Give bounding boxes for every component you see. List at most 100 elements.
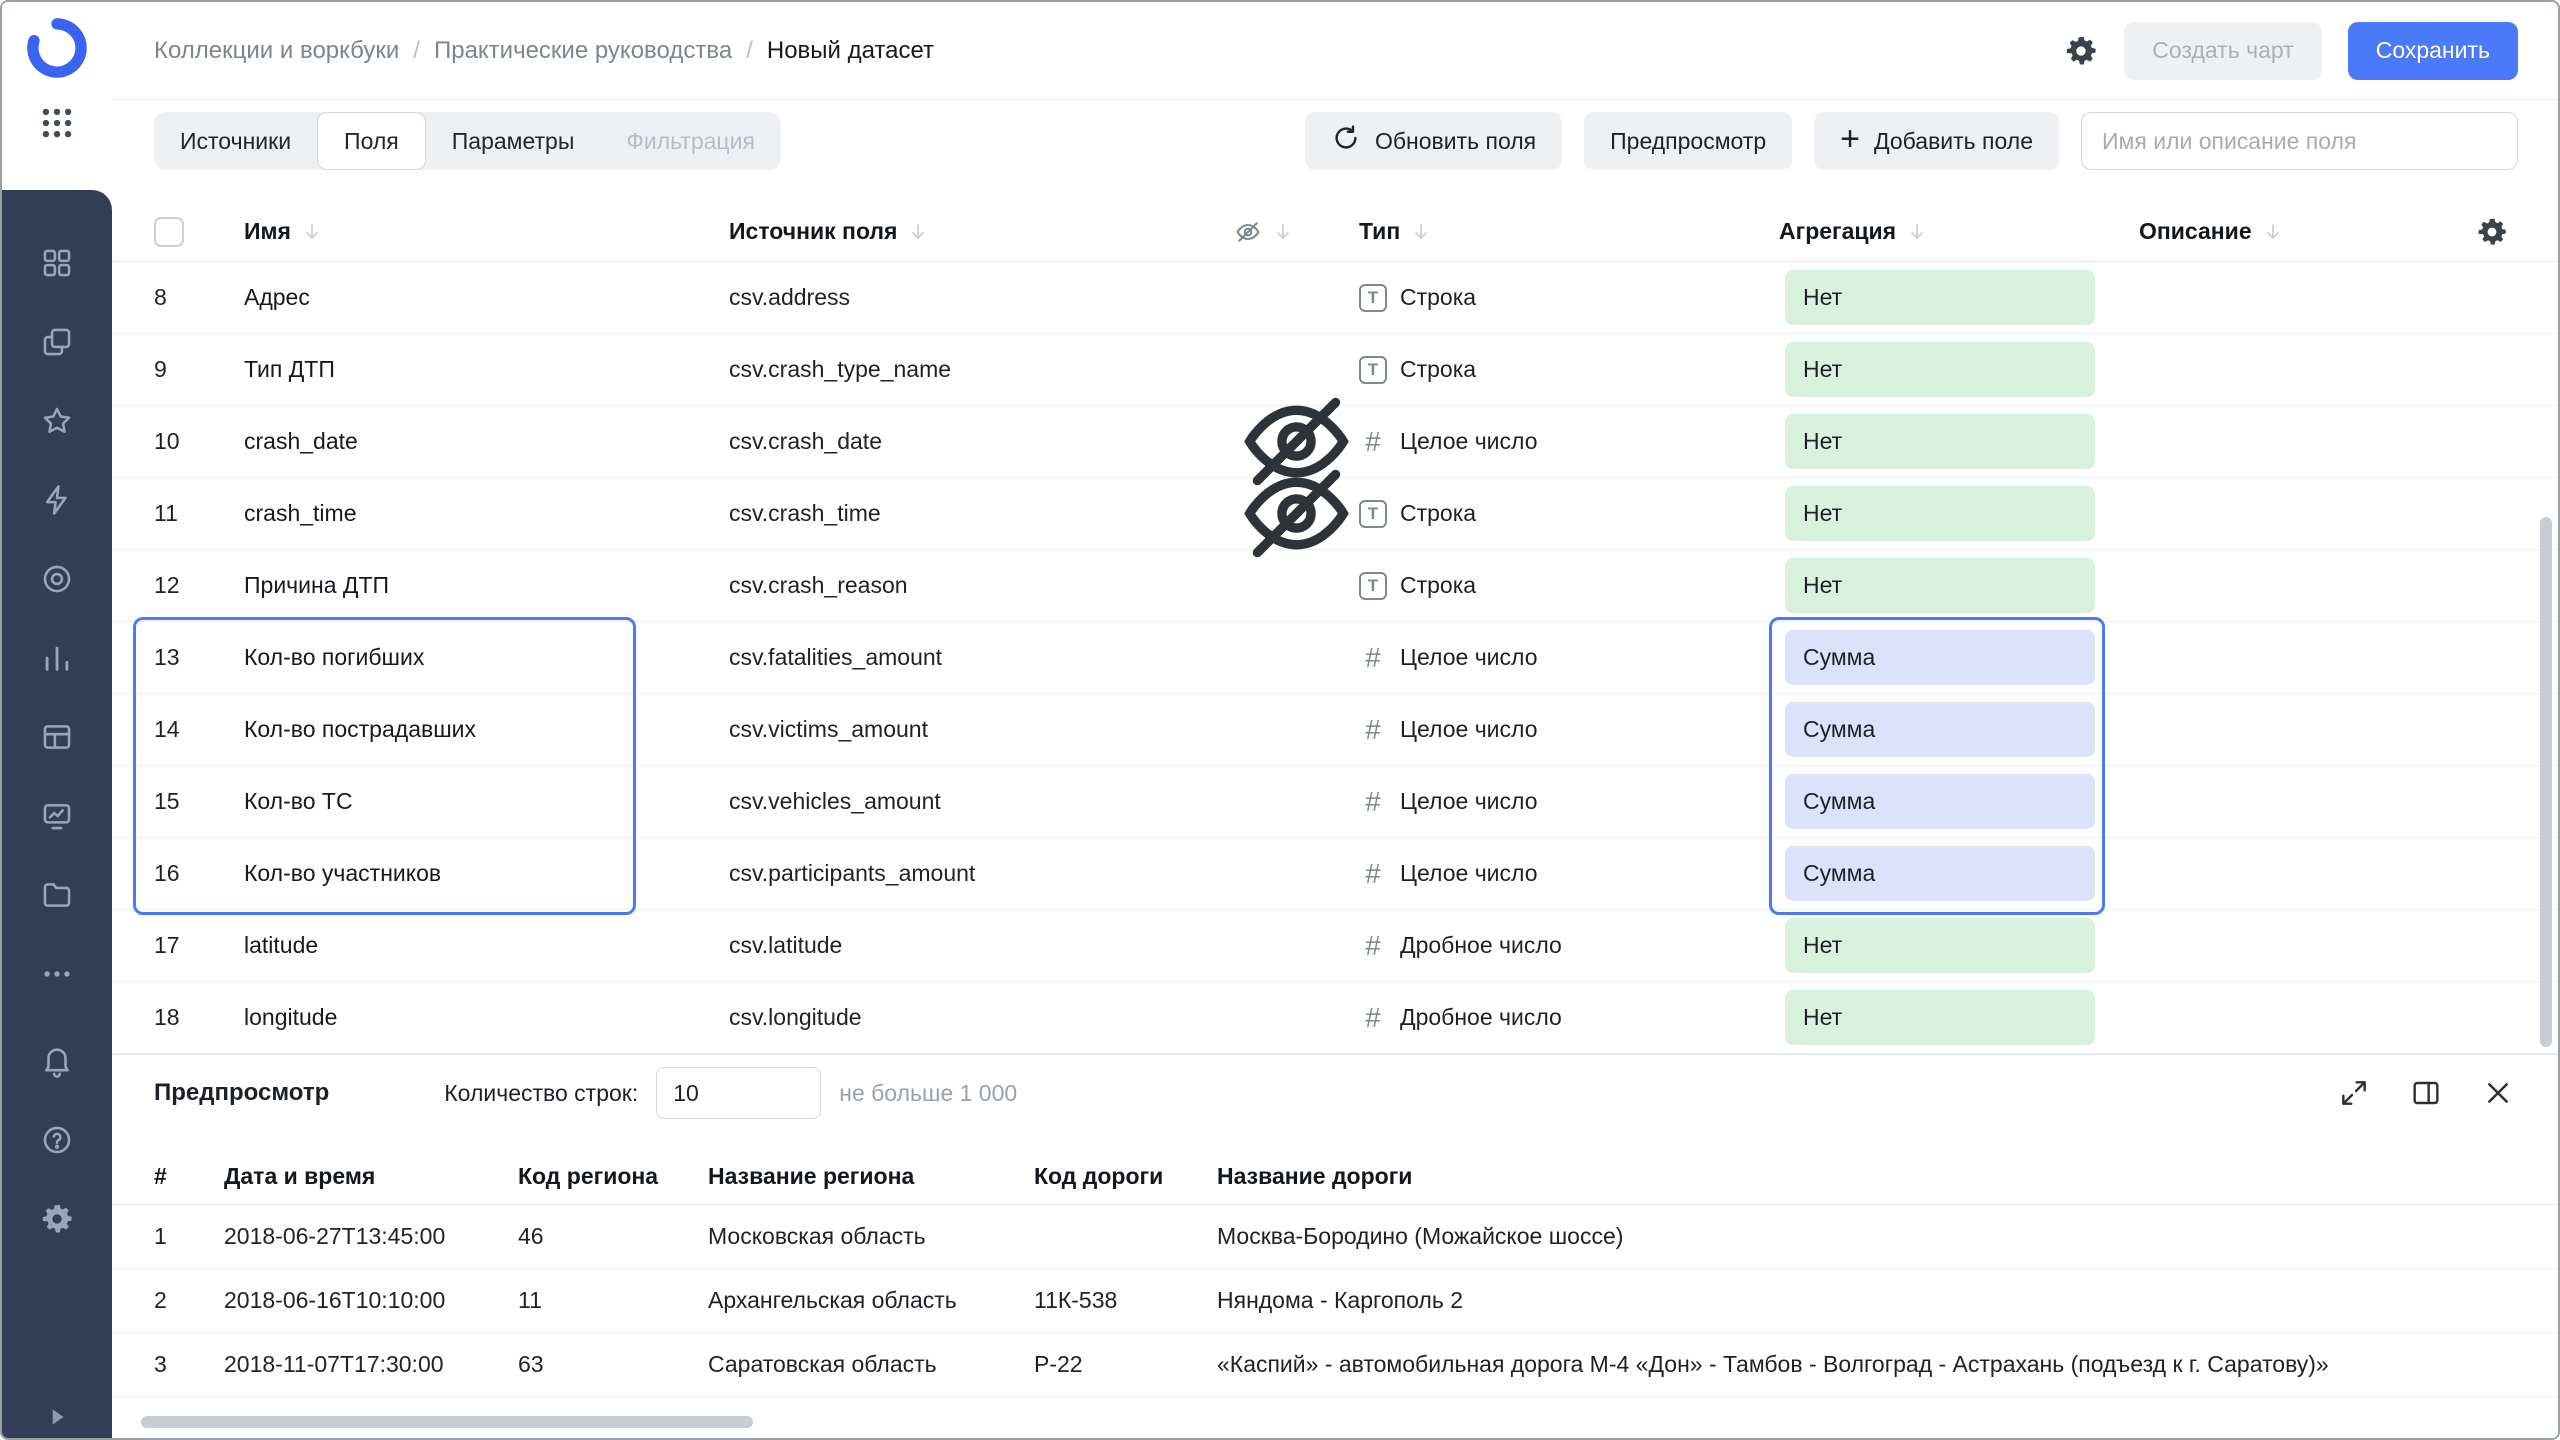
- breadcrumb-item[interactable]: Коллекции и воркбуки: [154, 37, 399, 65]
- refresh-fields-button[interactable]: Обновить поля: [1305, 112, 1562, 170]
- preview-column-header: Название региона: [708, 1163, 1034, 1190]
- field-name[interactable]: Кол-во ТС: [244, 788, 729, 815]
- save-button[interactable]: Сохранить: [2348, 22, 2518, 80]
- field-row[interactable]: 13Кол-во погибшихcsv.fatalities_amount#Ц…: [112, 622, 2558, 694]
- field-name[interactable]: crash_time: [244, 500, 729, 527]
- field-type[interactable]: TСтрока: [1359, 500, 1779, 528]
- field-name[interactable]: Кол-во участников: [244, 860, 729, 887]
- field-row[interactable]: 16Кол-во участниковcsv.participants_amou…: [112, 838, 2558, 910]
- column-header-name[interactable]: Имя: [244, 218, 729, 245]
- field-type[interactable]: #Дробное число: [1359, 930, 1779, 962]
- add-field-button[interactable]: + Добавить поле: [1814, 112, 2059, 170]
- select-all-checkbox[interactable]: [154, 217, 184, 247]
- field-type[interactable]: TСтрока: [1359, 572, 1779, 600]
- aggregation-select[interactable]: Сумма: [1785, 702, 2095, 757]
- aggregation-cell: Сумма: [1779, 846, 2109, 901]
- sort-icon: [2262, 221, 2284, 243]
- horizontal-scrollbar[interactable]: [141, 1416, 753, 1428]
- folder-icon[interactable]: [40, 878, 74, 912]
- field-type[interactable]: #Целое число: [1359, 642, 1779, 674]
- help-icon[interactable]: [40, 1123, 74, 1157]
- field-name[interactable]: Причина ДТП: [244, 572, 729, 599]
- monitor-icon[interactable]: [40, 799, 74, 833]
- aggregation-select[interactable]: Нет: [1785, 270, 2095, 325]
- preview-button[interactable]: Предпросмотр: [1584, 112, 1792, 170]
- aggregation-select[interactable]: Нет: [1785, 486, 2095, 541]
- aggregation-select[interactable]: Сумма: [1785, 630, 2095, 685]
- sidebar-top: [2, 2, 112, 190]
- target-icon[interactable]: [40, 562, 74, 596]
- layers-icon[interactable]: [40, 325, 74, 359]
- collapse-arrow-icon[interactable]: [2, 1404, 112, 1430]
- settings-gear-icon[interactable]: [2064, 34, 2098, 68]
- field-name[interactable]: Адрес: [244, 284, 729, 311]
- field-name[interactable]: latitude: [244, 932, 729, 959]
- field-type[interactable]: #Целое число: [1359, 786, 1779, 818]
- split-view-icon[interactable]: [2410, 1077, 2442, 1109]
- field-row[interactable]: 14Кол-во пострадавшихcsv.victims_amount#…: [112, 694, 2558, 766]
- tab-поля[interactable]: Поля: [317, 112, 426, 170]
- field-type[interactable]: #Дробное число: [1359, 1002, 1779, 1034]
- aggregation-select[interactable]: Сумма: [1785, 774, 2095, 829]
- preview-cell: 63: [518, 1351, 708, 1378]
- eye-crossed-icon[interactable]: [1234, 451, 1359, 576]
- preview-row: 32018-11-07T17:30:0063Саратовская област…: [112, 1333, 2558, 1397]
- field-type[interactable]: TСтрока: [1359, 356, 1779, 384]
- aggregation-select[interactable]: Нет: [1785, 558, 2095, 613]
- field-row[interactable]: 11crash_timecsv.crash_timeTСтрокаНет: [112, 478, 2558, 550]
- close-icon[interactable]: [2482, 1077, 2514, 1109]
- field-type[interactable]: #Целое число: [1359, 426, 1779, 458]
- field-row[interactable]: 15Кол-во ТСcsv.vehicles_amount#Целое чис…: [112, 766, 2558, 838]
- field-row[interactable]: 17latitudecsv.latitude#Дробное числоНет: [112, 910, 2558, 982]
- field-type[interactable]: TСтрока: [1359, 284, 1779, 312]
- vertical-scrollbar[interactable]: [2540, 517, 2552, 1047]
- field-type-label: Строка: [1400, 356, 1476, 383]
- more-dots-icon[interactable]: [40, 957, 74, 991]
- field-name[interactable]: crash_date: [244, 428, 729, 455]
- tab-источники[interactable]: Источники: [154, 112, 317, 170]
- bar-chart-icon[interactable]: [40, 641, 74, 675]
- column-header-description[interactable]: Описание: [2109, 216, 2538, 248]
- field-type[interactable]: #Целое число: [1359, 858, 1779, 890]
- expand-icon[interactable]: [2338, 1077, 2370, 1109]
- preview-table-header: #Дата и времяКод регионаНазвание региона…: [112, 1149, 2558, 1205]
- topbar-actions: Создать чарт Сохранить: [2064, 22, 2518, 80]
- column-header-type[interactable]: Тип: [1359, 218, 1779, 245]
- datalens-logo-icon[interactable]: [23, 14, 91, 82]
- gear-icon[interactable]: [40, 1202, 74, 1236]
- bell-icon[interactable]: [40, 1044, 74, 1078]
- field-name[interactable]: longitude: [244, 1004, 729, 1031]
- field-name[interactable]: Тип ДТП: [244, 356, 729, 383]
- lightning-icon[interactable]: [40, 483, 74, 517]
- tab-параметры[interactable]: Параметры: [426, 112, 601, 170]
- aggregation-cell: Сумма: [1779, 702, 2109, 757]
- field-name[interactable]: Кол-во пострадавших: [244, 716, 729, 743]
- column-header-hidden[interactable]: [1234, 218, 1359, 246]
- table-settings-gear-icon[interactable]: [2476, 216, 2508, 248]
- create-chart-button[interactable]: Создать чарт: [2124, 22, 2321, 80]
- apps-grid-icon[interactable]: [38, 104, 76, 142]
- aggregation-select[interactable]: Нет: [1785, 342, 2095, 397]
- field-row[interactable]: 8Адресcsv.addressTСтрокаНет: [112, 262, 2558, 334]
- aggregation-select[interactable]: Нет: [1785, 918, 2095, 973]
- field-search-input[interactable]: [2081, 112, 2518, 170]
- table-grid-icon[interactable]: [40, 720, 74, 754]
- aggregation-select[interactable]: Нет: [1785, 414, 2095, 469]
- field-row[interactable]: 18longitudecsv.longitude#Дробное числоНе…: [112, 982, 2558, 1054]
- aggregation-select[interactable]: Нет: [1785, 990, 2095, 1045]
- breadcrumb-separator: /: [746, 37, 753, 65]
- aggregation-select[interactable]: Сумма: [1785, 846, 2095, 901]
- column-header-source[interactable]: Источник поля: [729, 218, 1234, 245]
- breadcrumb-item[interactable]: Практические руководства: [434, 37, 732, 65]
- number-type-icon: #: [1359, 642, 1387, 674]
- preview-cell: 2018-06-27T13:45:00: [224, 1223, 518, 1250]
- field-name[interactable]: Кол-во погибших: [244, 644, 729, 671]
- rows-count-input[interactable]: [656, 1067, 821, 1119]
- field-type[interactable]: #Целое число: [1359, 714, 1779, 746]
- squares-dashboard-icon[interactable]: [40, 246, 74, 280]
- plus-icon: +: [1840, 122, 1860, 156]
- column-header-aggregation[interactable]: Агрегация: [1779, 218, 2109, 245]
- row-number: 14: [154, 716, 244, 743]
- star-icon[interactable]: [40, 404, 74, 438]
- select-all-cell: [154, 217, 244, 247]
